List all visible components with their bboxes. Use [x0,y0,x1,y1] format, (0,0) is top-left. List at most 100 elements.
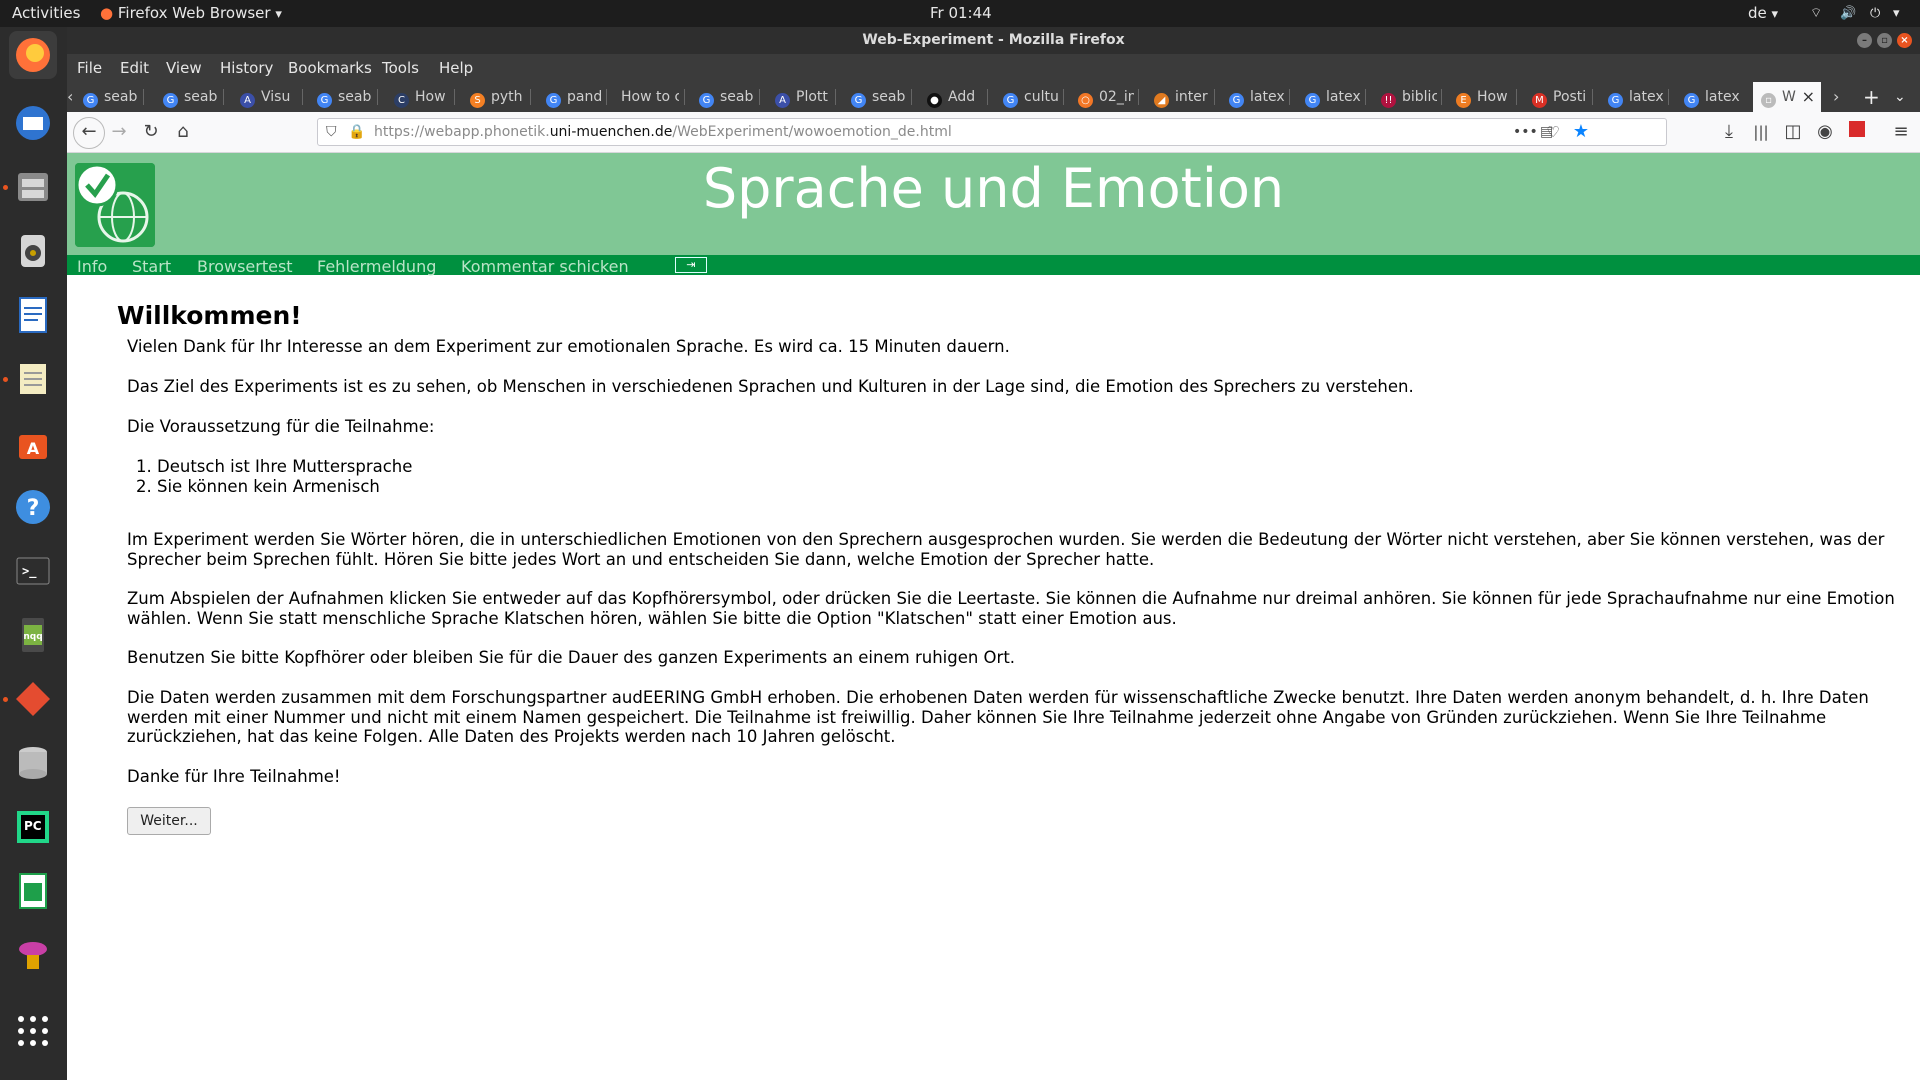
tab[interactable]: C How [394,82,450,112]
nqq-launcher[interactable]: nqq [9,611,57,659]
thunderbird-launcher[interactable] [9,99,57,147]
maximize-button[interactable]: ▫ [1877,33,1892,48]
power-icon[interactable]: ⏻ [1870,0,1880,27]
nav-fehlermeldung[interactable]: Fehlermeldung [317,257,436,276]
software-launcher[interactable]: A [9,419,57,467]
shield-icon[interactable]: ⛉ [326,119,337,145]
terminal-launcher[interactable]: >_ [9,547,57,595]
scroll-tabs-left-button[interactable]: ‹ [67,82,81,112]
tab[interactable]: Gseab [851,82,907,112]
tab[interactable]: A Plott [775,82,831,112]
menu-view[interactable]: View [166,59,202,77]
pocket-icon[interactable]: ♡ [1541,120,1565,144]
tab[interactable]: Glatex [1305,82,1361,112]
tab[interactable]: ○ 02_in [1078,82,1134,112]
menu-tools[interactable]: Tools [382,59,419,77]
new-tab-button[interactable]: + [1863,82,1883,112]
clock[interactable]: Fr 01:44 [930,0,992,27]
address-bar[interactable]: ⛉ 🔒 https://webapp.phonetik.uni-muenchen… [317,118,1667,146]
rhythmbox-launcher[interactable] [9,227,57,275]
wifi-icon[interactable]: ⌔ [1810,0,1822,27]
tab[interactable]: Gpand [546,82,602,112]
tab[interactable]: !! biblic [1381,82,1437,112]
firefox-launcher[interactable] [9,31,57,79]
show-applications-button[interactable] [9,1007,57,1055]
home-button[interactable]: ⌂ [171,120,195,144]
c-icon: C [394,93,409,108]
pycharm-launcher[interactable]: PC [9,803,57,851]
menu-history[interactable]: History [220,59,273,77]
lock-icon[interactable]: 🔒 [348,119,365,145]
nav-kommentar[interactable]: Kommentar schicken [461,257,629,276]
tab[interactable]: ◢ inter [1154,82,1210,112]
tab-active[interactable]: ▫ W × [1753,82,1821,112]
scroll-tabs-right-button[interactable]: › [1833,82,1847,112]
language-indicator[interactable]: de ▾ [1748,0,1778,28]
tab[interactable]: Gseab [317,82,373,112]
calc-launcher[interactable] [9,867,57,915]
page-actions-button[interactable]: ••• [1513,120,1538,144]
back-button[interactable]: ← [73,117,105,149]
extension-icon[interactable] [1845,120,1869,144]
tab[interactable]: A Visu [240,82,296,112]
database-icon [19,747,47,779]
firefox-icon: ● [100,4,114,22]
nav-browsertest[interactable]: Browsertest [197,257,293,276]
app-icon [19,942,47,969]
activities-button[interactable]: Activities [12,0,80,27]
tab-separator [1441,89,1442,105]
tab-separator [1138,89,1139,105]
app-menu[interactable]: ● Firefox Web Browser ▾ [100,0,282,28]
playback-paragraph: Zum Abspielen der Aufnahmen klicken Sie … [127,589,1895,628]
tab[interactable]: M Posti [1532,82,1588,112]
tab[interactable]: E How [1456,82,1512,112]
tab[interactable]: Glatex [1684,82,1740,112]
volume-icon[interactable]: 🔊 [1840,0,1856,27]
nav-info[interactable]: Info [77,257,107,276]
git-launcher[interactable] [9,675,57,723]
notepad-icon [20,364,46,394]
tab[interactable]: Glatex [1608,82,1664,112]
tab-separator [530,89,531,105]
minimize-button[interactable]: – [1857,33,1872,48]
writer-launcher[interactable] [9,291,57,339]
exit-icon[interactable]: ⇥ [675,257,707,273]
menu-bookmarks[interactable]: Bookmarks [288,59,372,77]
tab[interactable]: Gcultu [1003,82,1059,112]
tab[interactable]: How to c [621,82,679,112]
hamburger-menu-icon[interactable]: ≡ [1889,120,1913,144]
text-editor-launcher[interactable] [9,355,57,403]
tab[interactable]: Gseab [699,82,755,112]
tab[interactable]: ● Add [927,82,983,112]
close-tab-icon[interactable]: × [1802,82,1815,112]
files-launcher[interactable] [9,163,57,211]
continue-button[interactable]: Weiter... [127,807,211,835]
home-icon: ⌂ [177,121,189,142]
menu-edit[interactable]: Edit [120,59,149,77]
reload-button[interactable]: ↻ [139,120,163,144]
tab[interactable]: Glatex [1229,82,1285,112]
app-name: Firefox Web Browser [117,4,271,22]
list-item: Sie können kein Armenisch [157,477,412,497]
nav-start[interactable]: Start [132,257,171,276]
site-title: Sprache und Emotion [702,157,1285,220]
tab[interactable]: Spyth [470,82,526,112]
database-launcher[interactable] [9,739,57,787]
url-text[interactable]: https://webapp.phonetik.uni-muenchen.de/… [374,119,952,145]
menu-help[interactable]: Help [439,59,473,77]
list-all-tabs-button[interactable]: ⌄ [1894,82,1910,112]
tab[interactable]: Gseab [163,82,219,112]
bookmark-star-icon[interactable]: ★ [1569,120,1593,144]
requirements-label: Die Voraussetzung für die Teilnahme: [127,417,435,436]
help-launcher[interactable]: ? [9,483,57,531]
menu-file[interactable]: File [77,59,102,77]
sidebar-icon[interactable]: ◫ [1781,120,1805,144]
library-icon[interactable]: ||| [1749,120,1773,144]
account-icon[interactable]: ◉ [1813,120,1837,144]
tab[interactable]: Gseab [83,82,139,112]
forward-button[interactable]: → [107,120,131,144]
close-window-button[interactable]: × [1897,33,1912,48]
chevron-down-icon[interactable]: ▾ [1893,0,1900,27]
download-icon[interactable]: ⤓ [1717,120,1741,144]
app-launcher[interactable] [9,931,57,979]
